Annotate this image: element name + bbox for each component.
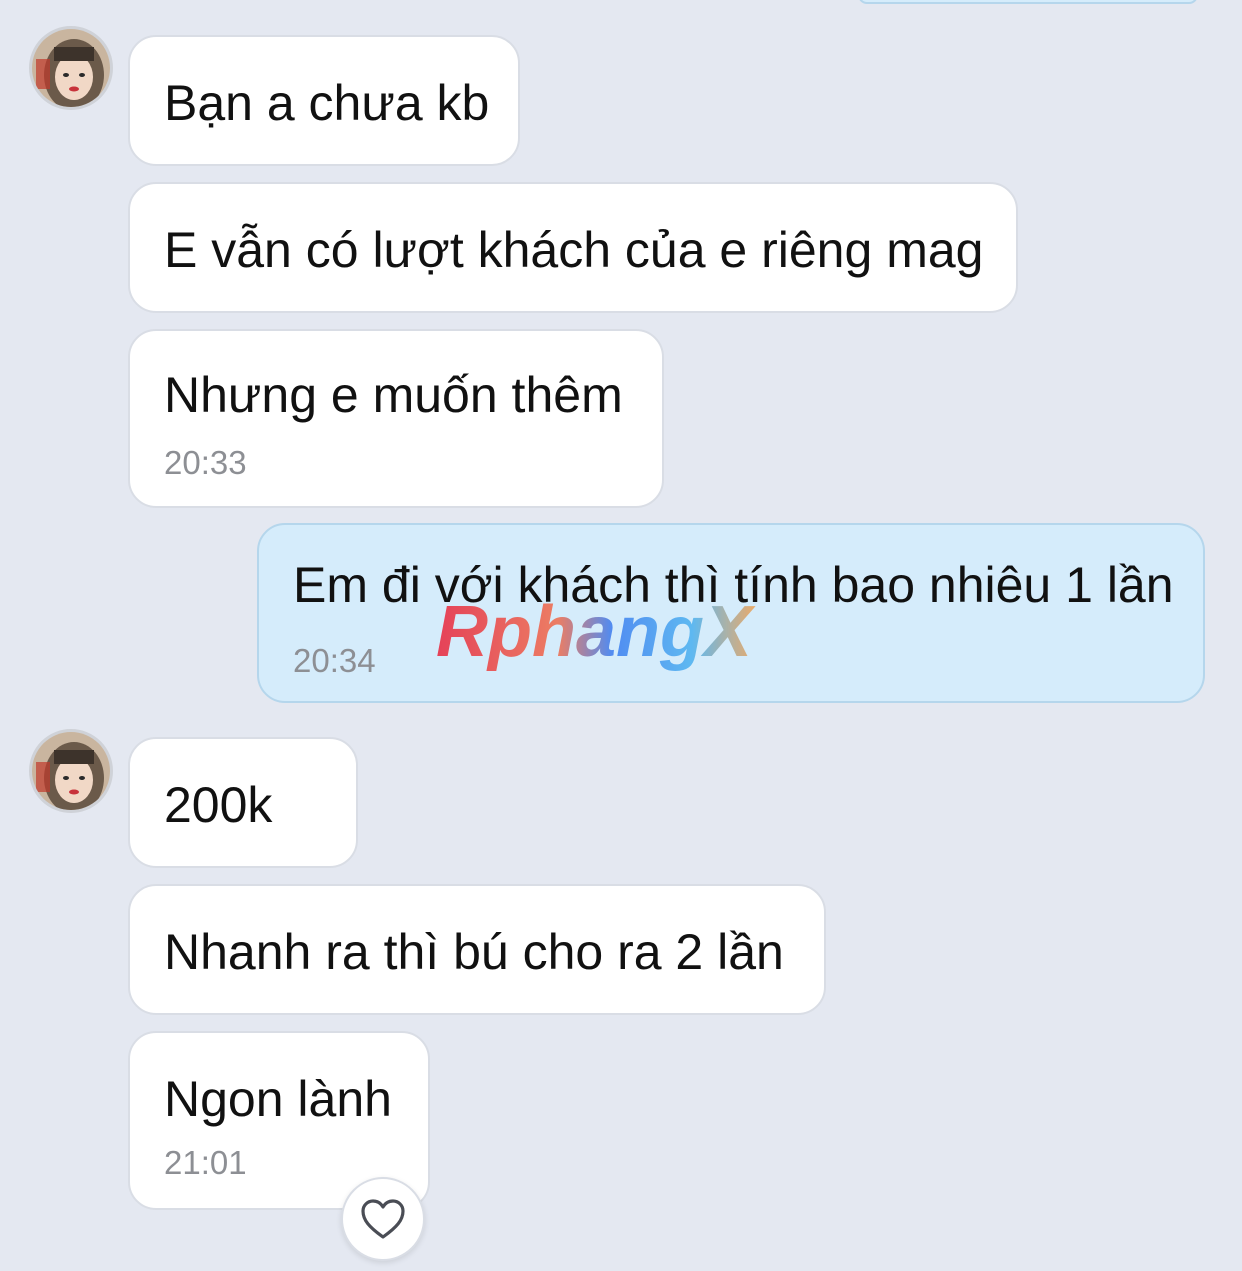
contact-avatar-icon	[32, 29, 110, 107]
incoming-message-bubble[interactable]: E vẫn có lượt khách của e riêng mag	[128, 182, 1018, 313]
incoming-message-bubble[interactable]: 200k	[128, 737, 358, 868]
contact-avatar-icon	[32, 732, 110, 810]
message-timestamp: 20:34	[293, 642, 376, 679]
incoming-message-bubble[interactable]: Bạn a chưa kb	[128, 35, 520, 166]
message-timestamp: 20:33	[164, 444, 247, 481]
previous-message-bubble[interactable]	[858, 0, 1198, 4]
message-timestamp: 21:01	[164, 1144, 247, 1181]
incoming-message-bubble[interactable]: Nhanh ra thì bú cho ra 2 lần	[128, 884, 826, 1015]
heart-icon	[361, 1199, 405, 1239]
message-text: 200k	[164, 777, 273, 833]
chat-thread[interactable]: Bạn a chưa kb E vẫn có lượt khách của e …	[0, 0, 1242, 1271]
message-text: E vẫn có lượt khách của e riêng mag	[164, 222, 984, 278]
message-text: Nhanh ra thì bú cho ra 2 lần	[164, 924, 784, 980]
incoming-message-bubble[interactable]: Nhưng e muốn thêm 20:33	[128, 329, 664, 508]
contact-avatar[interactable]	[29, 729, 113, 813]
outgoing-message-bubble[interactable]: Em đi với khách thì tính bao nhiêu 1 lần…	[257, 523, 1205, 703]
contact-avatar[interactable]	[29, 26, 113, 110]
message-text: Ngon lành	[164, 1071, 392, 1127]
message-text: Bạn a chưa kb	[164, 75, 490, 131]
message-text: Em đi với khách thì tính bao nhiêu 1 lần	[293, 557, 1174, 613]
reaction-button[interactable]	[341, 1177, 425, 1261]
message-text: Nhưng e muốn thêm	[164, 367, 623, 423]
